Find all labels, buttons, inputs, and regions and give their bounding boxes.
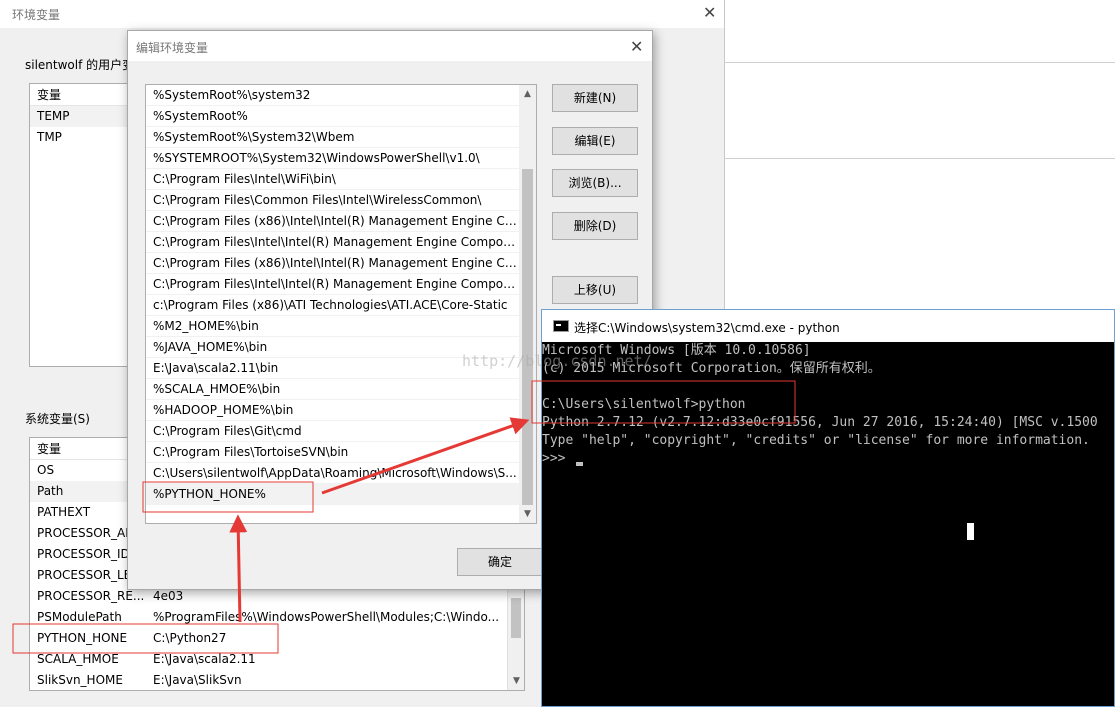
var-name: Path [37, 484, 64, 498]
console-output[interactable]: Microsoft Windows [版本 10.0.10586] (c) 20… [542, 342, 1114, 706]
block-cursor [967, 523, 974, 540]
var-name: PROCESSOR_ID [37, 547, 130, 561]
console-line: Python 2.7.12 (v2.7.12:d33e0cf91556, Jun… [542, 415, 1098, 430]
scroll-up-icon[interactable]: ▲ [519, 87, 536, 101]
path-item[interactable]: %SYSTEMROOT%\System32\WindowsPowerShell\… [146, 148, 520, 169]
console-line: C:\Users\silentwolf>python [542, 397, 746, 412]
var-name: SCALA_HMOE [37, 652, 119, 666]
column-header-variable[interactable]: 变量 [30, 84, 138, 106]
move-up-button[interactable]: 上移(U) [552, 276, 638, 304]
table-row[interactable]: SlikSvn_HOME E:\Java\SlikSvn [30, 670, 524, 690]
table-row[interactable]: PSModulePath %ProgramFiles%\WindowsPowerS… [30, 607, 524, 628]
watermark: http://blog.csdn.net/ [462, 352, 652, 370]
user-vars-list[interactable]: 变量 TEMP TMP [29, 83, 139, 367]
vertical-scrollbar[interactable]: ▲ ▼ [519, 85, 536, 523]
path-item[interactable]: %SystemRoot%\system32 [146, 85, 520, 106]
console-icon [553, 320, 569, 332]
console-line: Type "help", "copyright", "credits" or "… [542, 433, 1090, 448]
table-row[interactable]: PYTHON_HONE C:\Python27 [30, 628, 524, 649]
path-item[interactable]: %SystemRoot% [146, 106, 520, 127]
divider [724, 158, 1115, 159]
title-bar[interactable]: 环境变量 ✕ [0, 0, 724, 28]
system-vars-label: 系统变量(S) [25, 412, 90, 426]
divider [724, 62, 1115, 63]
var-name: OS [37, 463, 55, 477]
ok-button[interactable]: 确定 [457, 548, 543, 576]
var-name: PYTHON_HONE [37, 631, 128, 645]
path-item[interactable]: C:\Program Files\Intel\WiFi\bin\ [146, 169, 520, 190]
new-button[interactable]: 新建(N) [552, 84, 638, 112]
var-value: E:\Java\scala2.11 [153, 652, 256, 666]
path-item[interactable]: %SystemRoot%\System32\Wbem [146, 127, 520, 148]
list-item[interactable]: TMP [30, 127, 138, 148]
var-value: C:\Python27 [153, 631, 227, 645]
var-name: PSModulePath [37, 610, 122, 624]
path-item[interactable]: C:\Program Files\Intel\Intel(R) Manageme… [146, 274, 520, 295]
scrollbar-thumb[interactable] [511, 598, 521, 638]
text-cursor [576, 462, 583, 466]
title-bar[interactable]: 选择C:\Windows\system32\cmd.exe - python [542, 310, 1114, 342]
scroll-down-icon[interactable]: ▼ [508, 674, 524, 688]
path-item[interactable]: C:\Program Files (x86)\Intel\Intel(R) Ma… [146, 211, 520, 232]
path-item[interactable]: c:\Program Files (x86)\ATI Technologies\… [146, 295, 520, 316]
list-item[interactable]: TEMP [30, 106, 138, 127]
var-name: SlikSvn_HOME [37, 673, 123, 687]
path-item[interactable]: %M2_HOME%\bin [146, 316, 520, 337]
path-item[interactable]: C:\Program Files\Git\cmd [146, 421, 520, 442]
delete-button[interactable]: 删除(D) [552, 212, 638, 240]
var-name: PROCESSOR_AR [37, 526, 134, 540]
var-value: E:\Java\SlikSvn [153, 673, 242, 687]
window-title: 选择C:\Windows\system32\cmd.exe - python [574, 321, 840, 335]
var-name: PATHEXT [37, 505, 91, 519]
window-title: 环境变量 [12, 8, 61, 22]
title-bar[interactable]: 编辑环境变量 ✕ [128, 31, 652, 61]
path-item[interactable]: C:\Users\silentwolf\AppData\Roaming\Micr… [146, 463, 520, 484]
var-name: PROCESSOR_LE [37, 568, 132, 582]
table-row[interactable]: SCALA_HMOE E:\Java\scala2.11 [30, 649, 524, 670]
user-vars-label: silentwolf 的用户变 [25, 58, 135, 72]
path-item[interactable]: C:\Program Files (x86)\Intel\Intel(R) Ma… [146, 253, 520, 274]
close-icon[interactable]: ✕ [630, 39, 643, 55]
close-icon[interactable]: ✕ [703, 5, 716, 21]
path-item[interactable]: C:\Program Files\TortoiseSVN\bin [146, 442, 520, 463]
path-item[interactable]: C:\Program Files\Common Files\Intel\Wire… [146, 190, 520, 211]
path-item[interactable]: %SCALA_HMOE%\bin [146, 379, 520, 400]
path-list[interactable]: %SystemRoot%\system32 %SystemRoot% %Syst… [145, 84, 537, 524]
browse-button[interactable]: 浏览(B)... [552, 169, 638, 197]
path-item[interactable]: %HADOOP_HOME%\bin [146, 400, 520, 421]
scroll-down-icon[interactable]: ▼ [519, 507, 536, 521]
path-item[interactable]: C:\Program Files\Intel\Intel(R) Manageme… [146, 232, 520, 253]
var-value: %ProgramFiles%\WindowsPowerShell\Modules… [153, 610, 500, 624]
edit-button[interactable]: 编辑(E) [552, 127, 638, 155]
var-name: PROCESSOR_RE... [37, 589, 145, 603]
path-item-selected[interactable]: %PYTHON_HONE% [146, 484, 520, 505]
dialog-title: 编辑环境变量 [136, 41, 209, 55]
scrollbar-thumb[interactable] [522, 169, 533, 505]
console-prompt: >>> [542, 451, 574, 466]
